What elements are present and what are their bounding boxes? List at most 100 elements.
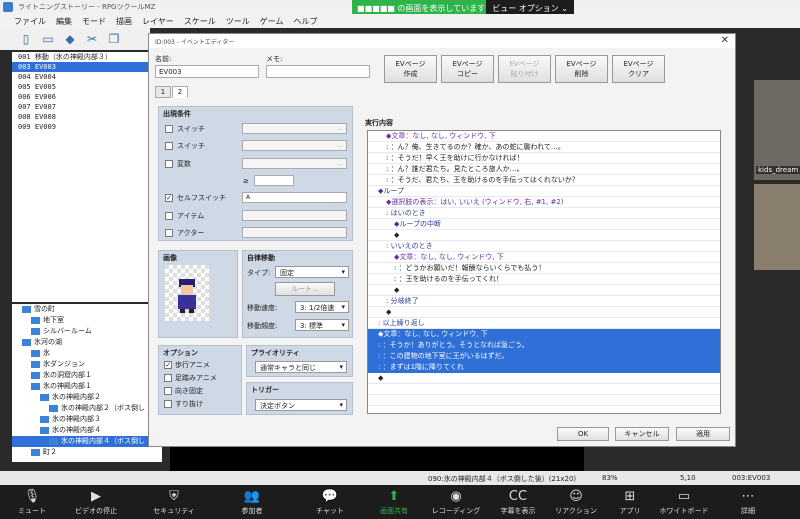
condition-selector[interactable]: ... — [242, 123, 347, 134]
event-list-item[interactable]: 004 EV004 — [12, 72, 152, 82]
option-checkbox[interactable]: ✓ — [164, 361, 172, 369]
priority-dropdown[interactable]: 通常キャラと同じ — [255, 361, 347, 373]
command-row[interactable]: : ：そうだ！早く王を助けに行かなければ！ — [368, 153, 720, 164]
map-tree-item[interactable]: 氷の神殿内部４ — [12, 425, 162, 436]
evpage-button-4[interactable]: EVページ クリア — [612, 55, 665, 83]
menu-item-8[interactable]: ヘルプ — [294, 16, 318, 28]
command-row[interactable]: : ：そうだ、君たち、王を助けるのを手伝ってはくれないか？ — [368, 175, 720, 186]
command-row[interactable] — [368, 384, 720, 395]
zoom-button[interactable]: 🎙 ミュート — [2, 488, 62, 516]
condition-selector[interactable] — [242, 210, 347, 221]
zoom-button[interactable]: ⋯ 詳細 — [718, 488, 778, 516]
apply-button[interactable]: 適用 — [676, 427, 730, 441]
command-row[interactable]: : ：どうかお願いだ！報酬ならいくらでも払う！ — [368, 263, 720, 274]
command-row[interactable]: ◆ — [368, 307, 720, 318]
map-tree-item[interactable]: 氷の神殿内部３ — [12, 414, 162, 425]
command-row[interactable]: : いいえのとき — [368, 241, 720, 252]
open-icon[interactable]: ▭ — [40, 31, 56, 47]
map-tree-item[interactable]: 氷の神殿内部２ — [12, 392, 162, 403]
trigger-dropdown[interactable]: 決定ボタン — [255, 399, 347, 411]
map-tree-item[interactable]: 氷の神殿内部１ — [12, 381, 162, 392]
command-row[interactable]: : 以上繰り返し — [368, 318, 720, 329]
command-row[interactable]: ◆文章：なし, なし, ウィンドウ, 下 — [368, 329, 720, 340]
option-checkbox[interactable] — [164, 400, 172, 408]
event-list-item[interactable]: 001 移動（氷の神殿内部３） — [12, 52, 152, 62]
map-tree-item[interactable]: 氷の洞窟内部１ — [12, 370, 162, 381]
zoom-button[interactable]: ☺ リアクション — [546, 488, 606, 516]
event-list-item[interactable]: 006 EV006 — [12, 92, 152, 102]
command-row[interactable]: : ：王を助けるのを手伝ってくれ！ — [368, 274, 720, 285]
command-row[interactable]: : ：この建物の地下室に王がいるはずだ。 — [368, 351, 720, 362]
command-row[interactable]: : ：ん？俺、生きてるのか？確か、あの蛇に襲われて…。 — [368, 142, 720, 153]
evpage-button-1[interactable]: EVページ コピー — [441, 55, 494, 83]
command-row[interactable]: : 分岐終了 — [368, 296, 720, 307]
map-tree-item[interactable]: 氷ダンジョン — [12, 359, 162, 370]
map-tree-item[interactable]: 氷の神殿内部２（ボス倒し — [12, 403, 162, 414]
command-row[interactable]: ◆ — [368, 230, 720, 241]
save-icon[interactable]: ◆ — [62, 31, 78, 47]
command-row[interactable]: ◆ループ — [368, 186, 720, 197]
command-row[interactable]: ◆ループの中断 — [368, 219, 720, 230]
zoom-button[interactable]: 👥 参加者 — [222, 488, 282, 516]
zoom-button[interactable]: ⬆ 画面共有 — [364, 488, 424, 516]
option-checkbox[interactable] — [164, 387, 172, 395]
condition-checkbox[interactable] — [165, 125, 173, 133]
map-tree-item[interactable]: 氷 — [12, 348, 162, 359]
copy-icon[interactable]: ❐ — [106, 31, 122, 47]
command-row[interactable] — [368, 406, 720, 413]
option-checkbox[interactable] — [164, 374, 172, 382]
menu-item-7[interactable]: ゲーム — [260, 16, 284, 28]
zoom-button[interactable]: CC 字幕を表示 — [488, 488, 548, 516]
condition-selector[interactable]: ... — [242, 140, 347, 151]
condition-selector[interactable]: ... — [242, 158, 347, 169]
zoom-button[interactable]: 💬 チャット — [300, 488, 360, 516]
menu-item-5[interactable]: スケール — [184, 16, 216, 28]
condition-checkbox[interactable] — [165, 212, 173, 220]
route-button[interactable]: ルート... — [275, 282, 335, 296]
new-icon[interactable]: ▯ — [18, 31, 34, 47]
command-list[interactable]: ◆文章：なし, なし, ウィンドウ, 下: ：ん？俺、生きてるのか？確か、あの蛇… — [367, 130, 721, 414]
command-row[interactable]: : はいのとき — [368, 208, 720, 219]
map-tree-item[interactable]: 地下室 — [12, 315, 162, 326]
condition-checkbox[interactable] — [165, 160, 173, 168]
event-list-item[interactable]: 005 EV005 — [12, 82, 152, 92]
map-tree-item[interactable]: 町２ — [12, 447, 162, 458]
freq-dropdown[interactable]: 3: 標準 — [295, 319, 349, 331]
menu-item-0[interactable]: ファイル — [14, 16, 46, 28]
command-row[interactable] — [368, 395, 720, 406]
command-row[interactable]: ◆ — [368, 285, 720, 296]
speed-dropdown[interactable]: 3: 1/2倍速 — [295, 301, 349, 313]
cut-icon[interactable]: ✂ — [84, 31, 100, 47]
tab-page-2[interactable]: 2 — [172, 86, 188, 98]
condition-selector[interactable] — [242, 227, 347, 238]
menu-item-1[interactable]: 編集 — [56, 16, 72, 28]
zoom-button[interactable]: ▶ ビデオの停止 — [66, 488, 126, 516]
condition-checkbox[interactable] — [165, 142, 173, 150]
character-image[interactable] — [165, 265, 209, 321]
map-tree-item[interactable]: 氷の神殿内部４（ボス倒し — [12, 436, 162, 447]
tab-page-1[interactable]: 1 — [155, 86, 171, 98]
zoom-button[interactable]: ◉ レコーディング — [426, 488, 486, 516]
type-dropdown[interactable]: 固定 — [275, 266, 349, 278]
menu-item-4[interactable]: レイヤー — [142, 16, 174, 28]
ok-button[interactable]: OK — [557, 427, 609, 441]
condition-checkbox[interactable] — [165, 229, 173, 237]
menu-item-6[interactable]: ツール — [226, 16, 250, 28]
menu-item-3[interactable]: 描画 — [116, 16, 132, 28]
zoom-button[interactable]: ▭ ホワイトボード — [654, 488, 714, 516]
map-tree-item[interactable]: 雪の町 — [12, 304, 162, 315]
map-tree-item[interactable]: シルバールーム — [12, 326, 162, 337]
evpage-button-3[interactable]: EVページ 削除 — [555, 55, 608, 83]
menu-item-2[interactable]: モード — [82, 16, 106, 28]
condition-selector[interactable]: A — [242, 192, 347, 203]
cancel-button[interactable]: キャンセル — [615, 427, 669, 441]
command-row[interactable]: ◆ — [368, 373, 720, 384]
command-row[interactable]: ◆文章：なし, なし, ウィンドウ, 下 — [368, 131, 720, 142]
command-row[interactable]: ◆選択肢の表示：はい, いいえ (ウィンドウ, 右, #1, #2) — [368, 197, 720, 208]
evpage-button-2[interactable]: EVページ 貼り付け — [498, 55, 551, 83]
name-field[interactable]: EV003 — [155, 65, 259, 78]
zoom-button[interactable]: ⊞ アプリ — [600, 488, 660, 516]
event-list-item[interactable]: 007 EV007 — [12, 102, 152, 112]
memo-field[interactable] — [266, 65, 370, 78]
zoom-button[interactable]: ⛨ セキュリティ — [144, 488, 204, 516]
